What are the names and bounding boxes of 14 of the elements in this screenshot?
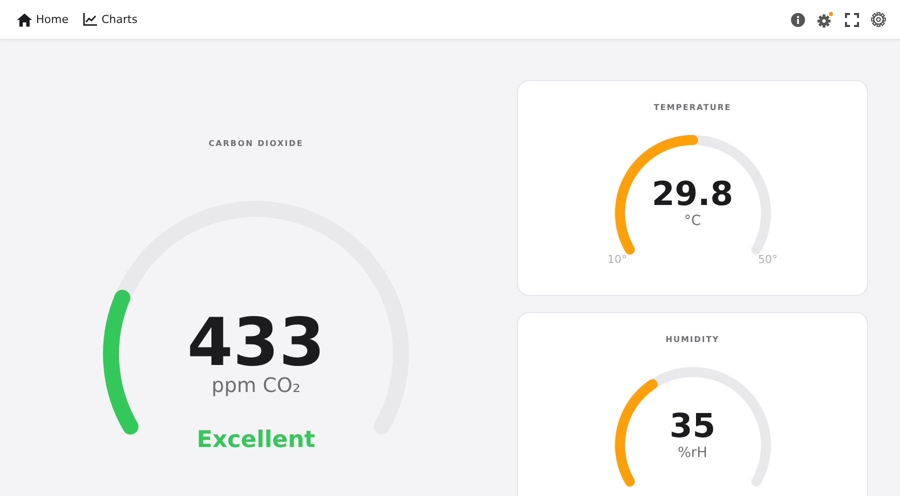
- line-chart-icon: [83, 13, 98, 26]
- gauge-max-label: 50°: [758, 253, 778, 266]
- nav-link[interactable]: Home: [17, 12, 68, 26]
- status-label: Excellent: [196, 427, 316, 453]
- gauge-min-label: 10°: [608, 253, 627, 266]
- gauge-title: TEMPERATURE: [654, 103, 732, 112]
- nav-link[interactable]: Charts: [83, 12, 138, 26]
- gauge-unit: %rH: [678, 445, 708, 461]
- home-icon: [17, 12, 32, 26]
- gauge-value: 29.8: [652, 175, 734, 213]
- gauge-value: 35: [670, 407, 716, 445]
- gauge-title: CARBON DIOXIDE: [208, 139, 304, 148]
- gauge-unit: °C: [684, 213, 701, 229]
- gauge-title: HUMIDITY: [666, 335, 720, 344]
